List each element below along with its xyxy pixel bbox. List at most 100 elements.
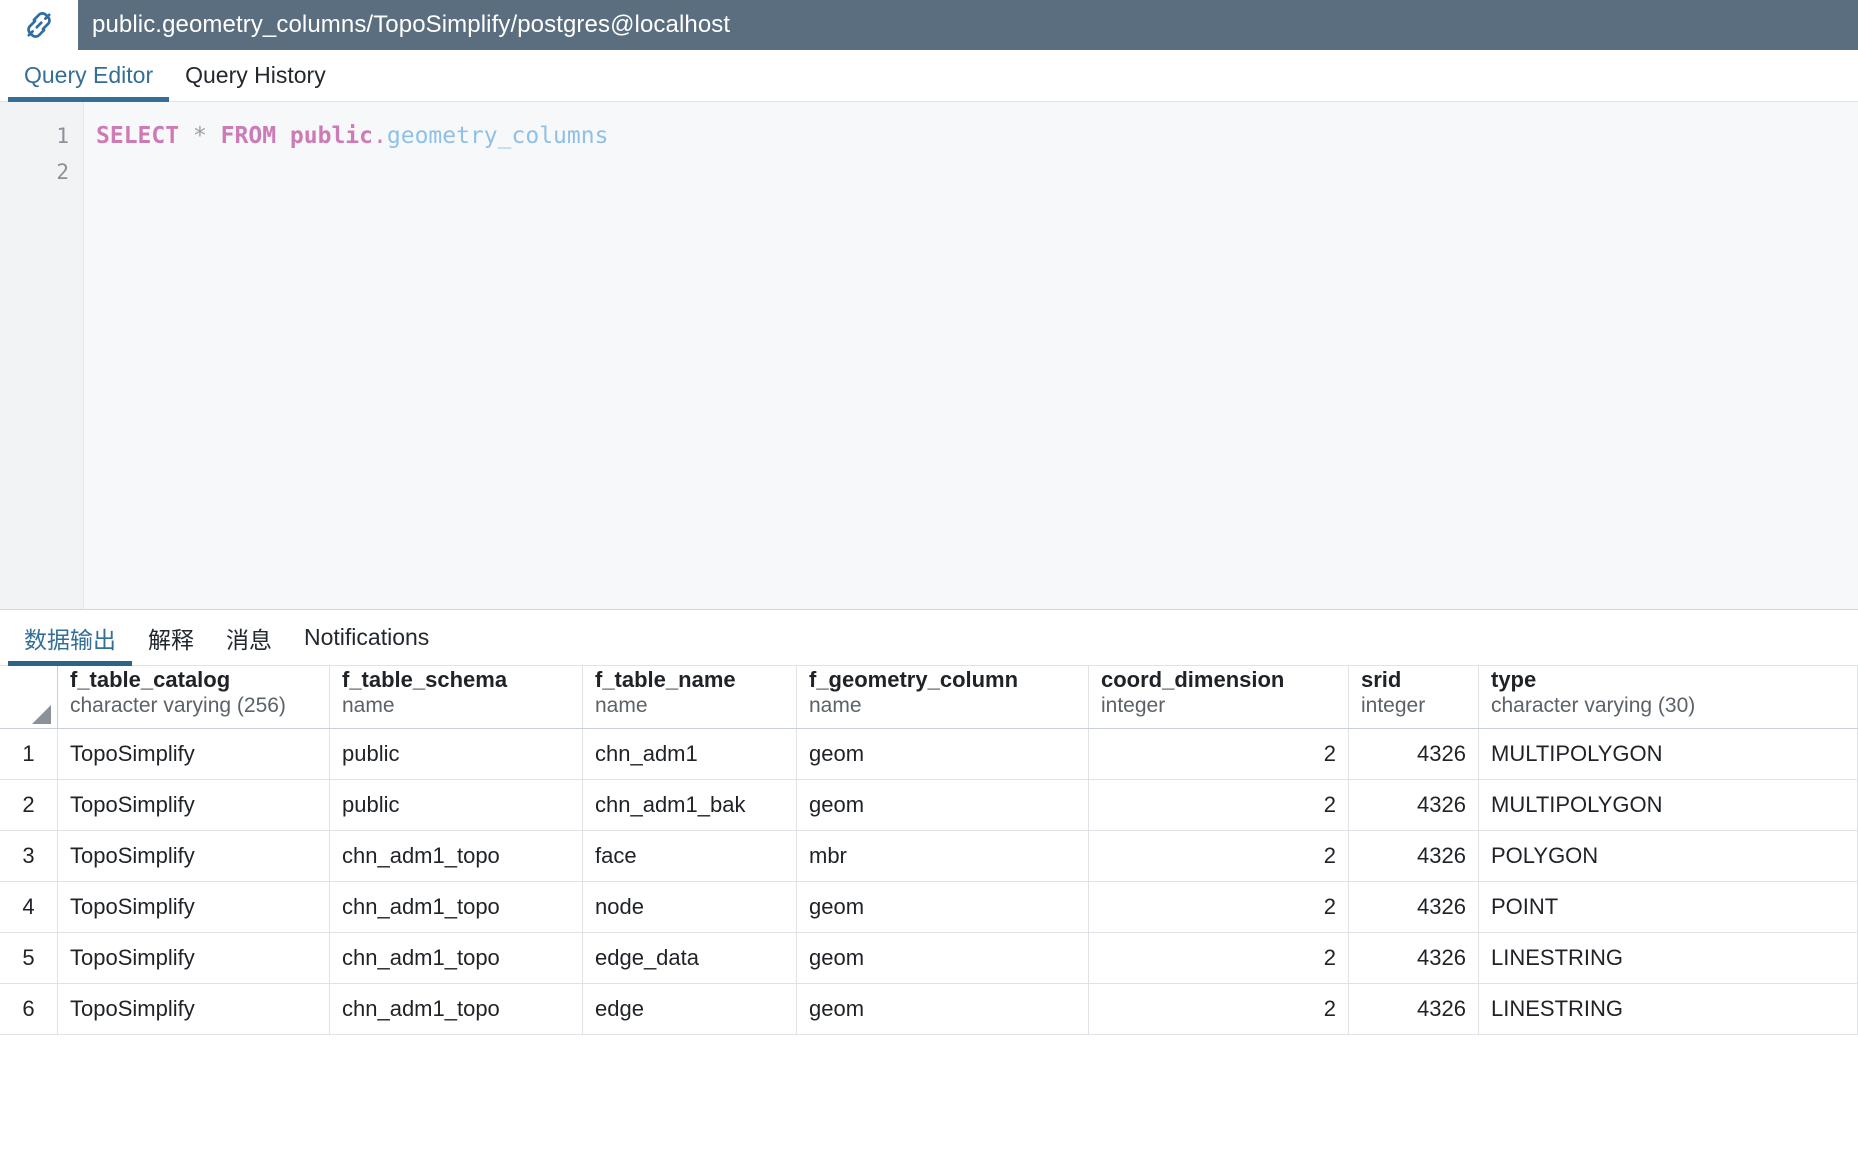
cell-f_table_name[interactable]: face: [583, 831, 797, 881]
cell-type[interactable]: POLYGON: [1479, 831, 1858, 881]
cell-f_table_name[interactable]: node: [583, 882, 797, 932]
cell-f_table_schema[interactable]: chn_adm1_topo: [330, 933, 583, 983]
table-row[interactable]: 5 TopoSimplify chn_adm1_topo edge_data geom 2…: [0, 933, 1858, 984]
editor-tab-bar: Query Editor Query History: [0, 50, 1858, 102]
cell-srid[interactable]: 4326: [1349, 780, 1479, 830]
cell-f_geometry_column[interactable]: geom: [797, 729, 1089, 779]
tab-explain[interactable]: 解释: [132, 610, 210, 665]
cell-f_table_catalog[interactable]: TopoSimplify: [58, 984, 330, 1034]
tab-query-history[interactable]: Query History: [169, 50, 342, 101]
sql-token-space: [276, 123, 290, 149]
cell-f_table_catalog[interactable]: TopoSimplify: [58, 831, 330, 881]
cell-srid[interactable]: 4326: [1349, 984, 1479, 1034]
column-header-name: f_geometry_column: [809, 667, 1019, 692]
cell-f_table_schema[interactable]: chn_adm1_topo: [330, 984, 583, 1034]
cell-type[interactable]: MULTIPOLYGON: [1479, 729, 1858, 779]
cell-coord_dimension[interactable]: 2: [1089, 831, 1349, 881]
column-header-f_table_schema[interactable]: f_table_schema name: [330, 666, 583, 728]
window-titlebar: public.geometry_columns/TopoSimplify/pos…: [0, 0, 1858, 50]
sql-token-space: [207, 123, 221, 149]
column-header-name: f_table_catalog: [70, 667, 231, 692]
cell-f_geometry_column[interactable]: geom: [797, 984, 1089, 1034]
cell-type[interactable]: MULTIPOLYGON: [1479, 780, 1858, 830]
row-number-cell[interactable]: 1: [0, 729, 58, 779]
column-header-type: integer: [1101, 694, 1166, 717]
cell-f_table_name[interactable]: edge: [583, 984, 797, 1034]
result-grid-body: 1 TopoSimplify public chn_adm1 geom 2 4326 MULT…: [0, 729, 1858, 1035]
row-number-cell[interactable]: 6: [0, 984, 58, 1034]
cell-f_table_catalog[interactable]: TopoSimplify: [58, 780, 330, 830]
cell-type[interactable]: LINESTRING: [1479, 984, 1858, 1034]
tab-query-editor[interactable]: Query Editor: [8, 50, 170, 102]
connection-title-strip: public.geometry_columns/TopoSimplify/pos…: [78, 0, 1858, 50]
column-header-f_table_name[interactable]: f_table_name name: [583, 666, 797, 728]
tab-query-editor-label: Query Editor: [24, 62, 154, 88]
tab-notifications[interactable]: Notifications: [288, 610, 445, 665]
cell-coord_dimension[interactable]: 2: [1089, 984, 1349, 1034]
table-row[interactable]: 2 TopoSimplify public chn_adm1_bak geom 2 4326…: [0, 780, 1858, 831]
cell-f_geometry_column[interactable]: geom: [797, 882, 1089, 932]
cell-coord_dimension[interactable]: 2: [1089, 882, 1349, 932]
sql-token-space: [179, 123, 193, 149]
connection-title: public.geometry_columns/TopoSimplify/pos…: [92, 11, 731, 38]
table-row[interactable]: 3 TopoSimplify chn_adm1_topo face mbr 2 4326 PO…: [0, 831, 1858, 882]
tab-data-output[interactable]: 数据输出: [8, 610, 132, 666]
row-number-cell[interactable]: 5: [0, 933, 58, 983]
column-header-srid[interactable]: srid integer: [1349, 666, 1479, 728]
column-header-name: coord_dimension: [1101, 667, 1285, 692]
column-header-f_geometry_column[interactable]: f_geometry_column name: [797, 666, 1089, 728]
row-number-cell[interactable]: 3: [0, 831, 58, 881]
cell-coord_dimension[interactable]: 2: [1089, 729, 1349, 779]
sql-token-from: FROM: [220, 123, 277, 149]
cell-srid[interactable]: 4326: [1349, 831, 1479, 881]
cell-srid[interactable]: 4326: [1349, 882, 1479, 932]
sql-token-schema: public: [289, 123, 374, 149]
column-header-type[interactable]: type character varying (30): [1479, 666, 1858, 728]
cell-type[interactable]: POINT: [1479, 882, 1858, 932]
cell-f_table_name[interactable]: chn_adm1_bak: [583, 780, 797, 830]
cell-f_table_schema[interactable]: public: [330, 729, 583, 779]
sql-code-area[interactable]: SELECT * FROM public.geometry_columns: [84, 102, 1858, 609]
cell-f_table_name[interactable]: edge_data: [583, 933, 797, 983]
sql-editor-panel[interactable]: 1 2 SELECT * FROM public.geometry_column…: [0, 102, 1858, 610]
column-header-name: type: [1491, 667, 1537, 692]
column-header-type: character varying (256): [70, 694, 286, 717]
result-grid-header-row: f_table_catalog character varying (256) f_…: [0, 666, 1858, 729]
cell-f_table_schema[interactable]: chn_adm1_topo: [330, 882, 583, 932]
cell-coord_dimension[interactable]: 2: [1089, 933, 1349, 983]
cell-f_table_catalog[interactable]: TopoSimplify: [58, 933, 330, 983]
select-all-corner-cell[interactable]: [0, 666, 58, 728]
column-header-name: f_table_name: [595, 667, 736, 692]
cell-srid[interactable]: 4326: [1349, 729, 1479, 779]
tab-data-output-label: 数据输出: [24, 626, 116, 653]
cell-f_geometry_column[interactable]: mbr: [797, 831, 1089, 881]
tab-messages-label: 消息: [226, 626, 272, 653]
cell-f_table_schema[interactable]: public: [330, 780, 583, 830]
line-number: 2: [56, 160, 69, 184]
table-row[interactable]: 6 TopoSimplify chn_adm1_topo edge geom 2 4326 L…: [0, 984, 1858, 1035]
cell-f_table_name[interactable]: chn_adm1: [583, 729, 797, 779]
sql-token-select: SELECT: [96, 123, 180, 149]
row-number-cell[interactable]: 2: [0, 780, 58, 830]
select-all-triangle-icon: [32, 705, 51, 724]
column-header-name: srid: [1361, 667, 1402, 692]
cell-coord_dimension[interactable]: 2: [1089, 780, 1349, 830]
cell-srid[interactable]: 4326: [1349, 933, 1479, 983]
result-grid: f_table_catalog character varying (256) f_…: [0, 666, 1858, 1035]
line-number: 1: [56, 124, 69, 148]
table-row[interactable]: 4 TopoSimplify chn_adm1_topo node geom 2 4326 P…: [0, 882, 1858, 933]
column-header-coord_dimension[interactable]: coord_dimension integer: [1089, 666, 1349, 728]
tab-messages[interactable]: 消息: [210, 610, 288, 665]
cell-f_geometry_column[interactable]: geom: [797, 780, 1089, 830]
cell-f_table_catalog[interactable]: TopoSimplify: [58, 729, 330, 779]
cell-f_table_schema[interactable]: chn_adm1_topo: [330, 831, 583, 881]
cell-f_table_catalog[interactable]: TopoSimplify: [58, 882, 330, 932]
sql-code-line-1: SELECT * FROM public.geometry_columns: [96, 118, 1858, 154]
column-header-f_table_catalog[interactable]: f_table_catalog character varying (256): [58, 666, 330, 728]
cell-f_geometry_column[interactable]: geom: [797, 933, 1089, 983]
table-row[interactable]: 1 TopoSimplify public chn_adm1 geom 2 4326 MULT…: [0, 729, 1858, 780]
cell-type[interactable]: LINESTRING: [1479, 933, 1858, 983]
row-number-cell[interactable]: 4: [0, 882, 58, 932]
connection-plug-icon: [0, 0, 78, 50]
column-header-type: integer: [1361, 694, 1426, 717]
